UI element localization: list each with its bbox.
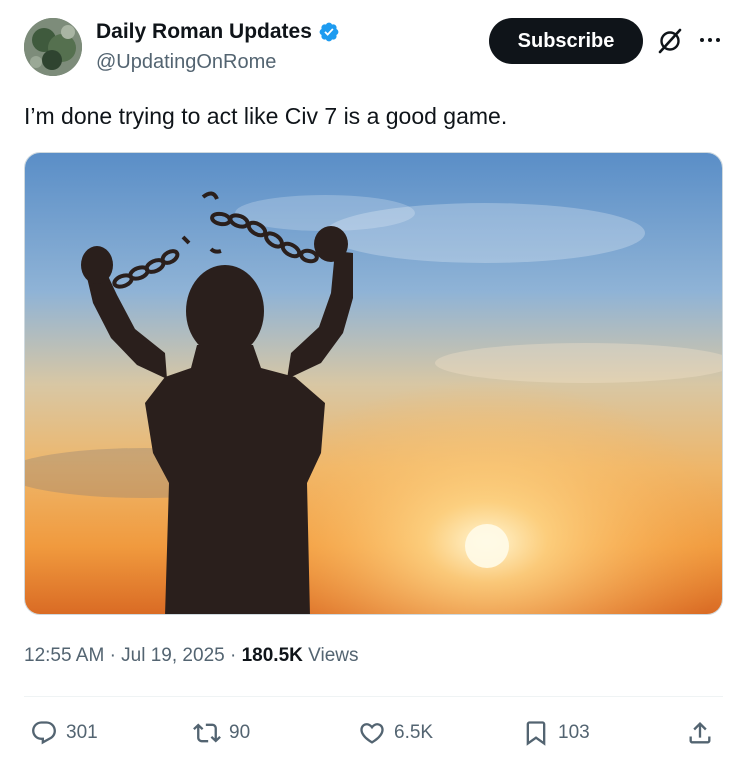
bookmark-icon xyxy=(526,721,546,746)
meta-separator: · xyxy=(109,645,116,666)
grok-icon[interactable] xyxy=(656,27,684,55)
tweet-time[interactable]: 12:55 AM xyxy=(24,645,104,666)
verified-badge-icon xyxy=(319,22,339,42)
more-options-icon[interactable] xyxy=(698,30,722,50)
repost-button[interactable]: 90 xyxy=(193,719,250,747)
meta-separator: · xyxy=(229,645,237,666)
tweet-meta: 12:55 AM · Jul 19, 2025 · 180.5K Views xyxy=(24,645,359,667)
like-button[interactable]: 6.5K xyxy=(358,719,433,747)
reply-count: 301 xyxy=(66,722,98,743)
tweet-date[interactable]: Jul 19, 2025 xyxy=(121,645,225,666)
silhouette-breaking-chains-image xyxy=(25,153,722,614)
repost-count: 90 xyxy=(229,722,251,743)
tweet-text: I’m done trying to act like Civ 7 is a g… xyxy=(24,103,508,129)
heart-icon xyxy=(360,723,384,744)
tweet-media[interactable] xyxy=(24,152,723,615)
bookmark-button[interactable]: 103 xyxy=(522,719,590,747)
display-name[interactable]: Daily Roman Updates xyxy=(96,20,340,44)
subscribe-button[interactable]: Subscribe xyxy=(489,18,643,64)
share-icon xyxy=(689,722,711,744)
author-handle[interactable]: @UpdatingOnRome xyxy=(96,51,276,74)
avatar-image xyxy=(24,18,82,76)
like-count: 6.5K xyxy=(394,722,434,743)
share-button[interactable] xyxy=(686,719,714,747)
display-name-text[interactable]: Daily Roman Updates xyxy=(96,20,312,44)
repost-icon xyxy=(193,723,221,743)
divider xyxy=(24,696,723,697)
bookmark-count: 103 xyxy=(558,722,590,743)
views-label: Views xyxy=(308,645,359,666)
reply-icon xyxy=(32,721,56,745)
avatar[interactable] xyxy=(24,18,82,76)
reply-button[interactable]: 301 xyxy=(30,719,98,747)
views-count: 180.5K xyxy=(241,645,303,666)
